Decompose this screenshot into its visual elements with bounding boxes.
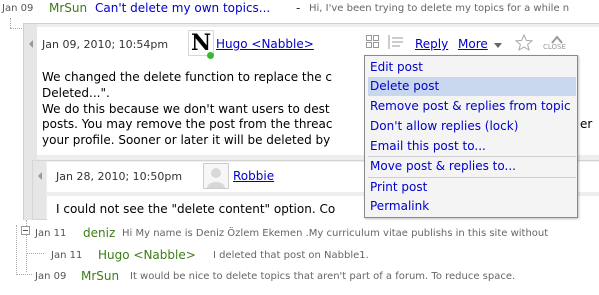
post-date: Jan 09, 2010; 10:54pm: [42, 38, 169, 51]
close-label: CLOSE: [543, 43, 566, 51]
menu-item-move-post[interactable]: Move post & replies to...: [368, 157, 576, 176]
topic-separator: -: [296, 1, 301, 15]
topic-date: Jan 09: [2, 3, 34, 14]
thread-tree-line: [26, 253, 44, 254]
thread-item-date: Jan 11: [51, 250, 83, 261]
collapse-arrow-icon: [38, 172, 42, 180]
reply-button[interactable]: Reply: [415, 37, 448, 51]
reply-collapse-tab[interactable]: [33, 161, 46, 219]
collapse-arrow-icon: [29, 40, 33, 48]
post-body-line: We do this because we don't want users t…: [42, 102, 330, 116]
thread-tree-line: [16, 225, 17, 275]
user-avatar-icon[interactable]: [203, 163, 229, 189]
menu-item-edit-post[interactable]: Edit post: [368, 58, 576, 77]
threaded-view-icon[interactable]: [366, 35, 380, 49]
menu-item-permalink[interactable]: Permalink: [368, 197, 576, 216]
thread-tree-line: [10, 28, 22, 29]
thread-tree-line: [10, 18, 11, 28]
menu-item-print-post[interactable]: Print post: [368, 178, 576, 197]
thread-item-author[interactable]: deniz: [83, 226, 115, 240]
thread-item-snippet[interactable]: It would be nice to delete topics that a…: [130, 271, 515, 282]
post-body-line: We changed the delete function to replac…: [42, 70, 333, 84]
menu-item-delete-post[interactable]: Delete post: [368, 77, 576, 96]
online-status-icon: [207, 52, 214, 59]
thread-item-snippet[interactable]: Hi My name is Deniz Özlem Ekemen .My cur…: [122, 228, 548, 239]
chevron-down-icon[interactable]: [494, 43, 502, 48]
topic-subject-link[interactable]: Can't delete my own topics...: [95, 1, 270, 15]
reply-author-link[interactable]: Robbie: [233, 169, 274, 183]
more-options-menu: Edit post Delete post Remove post & repl…: [364, 55, 578, 218]
reply-body-text: I could not see the "delete content" opt…: [56, 202, 336, 216]
menu-item-email-post[interactable]: Email this post to...: [368, 137, 576, 156]
topic-author[interactable]: MrSun: [49, 1, 87, 15]
menu-item-remove-post-replies[interactable]: Remove post & replies from topic: [368, 97, 576, 116]
close-icon[interactable]: CLOSE: [543, 34, 571, 52]
list-view-icon[interactable]: [388, 35, 404, 49]
thread-item-author[interactable]: MrSun: [81, 269, 119, 283]
thread-item-snippet[interactable]: I deleted that post on Nabble1.: [213, 250, 369, 261]
post-body-line: posts. You may remove the post from the …: [42, 117, 333, 131]
post-body-overflow: er: [580, 117, 593, 131]
more-menu-button[interactable]: More: [458, 37, 488, 51]
topic-snippet: Hi, I've been trying to delete my topics…: [309, 3, 570, 14]
collapse-toggle-icon[interactable]: [21, 226, 30, 235]
menu-item-lock-replies[interactable]: Don't allow replies (lock): [368, 117, 576, 136]
post-author-link[interactable]: Hugo <Nabble>: [216, 37, 314, 51]
thread-tree-line: [16, 274, 32, 275]
post-body-line: your profile. Sooner or later it will be…: [42, 133, 331, 147]
thread-item-author[interactable]: Hugo <Nabble>: [98, 248, 196, 262]
reply-date: Jan 28, 2010; 10:50pm: [56, 170, 183, 183]
star-icon[interactable]: [514, 33, 534, 52]
thread-item-date: Jan 09: [35, 271, 67, 282]
thread-item-date: Jan 11: [35, 228, 67, 239]
post-body-line: Deleted...".: [42, 86, 110, 100]
